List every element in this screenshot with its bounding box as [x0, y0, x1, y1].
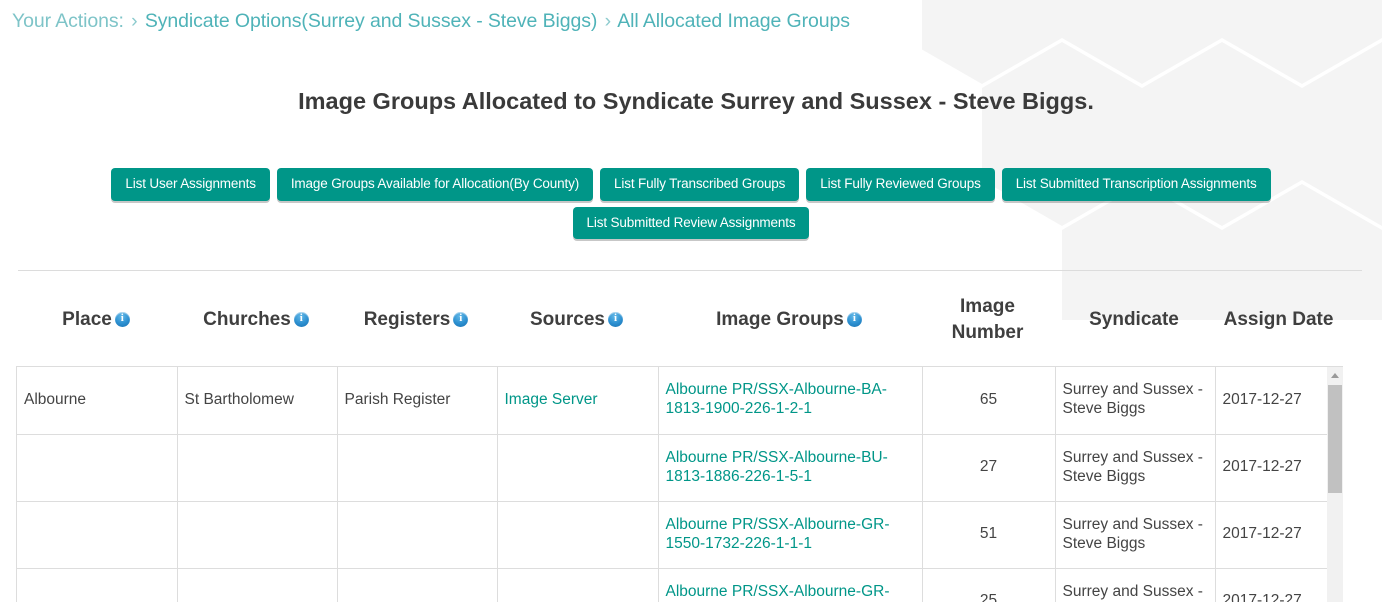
cell-source[interactable]: Image Server — [497, 367, 659, 435]
hexagon-watermark — [922, 0, 1382, 320]
vertical-scrollbar[interactable] — [1327, 366, 1343, 602]
image-groups-available-for-allocation-button[interactable]: Image Groups Available for Allocation(By… — [276, 168, 594, 201]
list-submitted-review-assignments-button[interactable]: List Submitted Review Assignments — [572, 206, 810, 239]
cell-image-group[interactable]: Albourne PR/SSX-Albourne-GR-1550-1732-22… — [658, 501, 923, 569]
table-header-row: Place Churches Registers Sources Image G… — [16, 286, 1343, 353]
cell-source — [497, 568, 659, 602]
cell-syndicate: Surrey and Sussex - Steve Biggs — [1055, 434, 1216, 502]
cell-image-number: 51 — [922, 501, 1056, 569]
breadcrumb-separator-1: › — [131, 10, 138, 32]
column-header-churches: Churches — [176, 286, 336, 353]
cell-assign-date: 2017-12-27 — [1215, 367, 1327, 435]
info-icon-image-groups[interactable] — [846, 311, 862, 328]
cell-church — [177, 434, 338, 502]
info-icon-registers[interactable] — [453, 311, 469, 328]
cell-church — [177, 501, 338, 569]
info-icon-place[interactable] — [114, 311, 130, 328]
column-header-assign-date-label: Assign Date — [1223, 308, 1334, 330]
column-header-syndicate-label: Syndicate — [1089, 308, 1179, 330]
action-button-bar: List User Assignments Image Groups Avail… — [0, 168, 1382, 245]
column-header-sources: Sources — [496, 286, 657, 353]
action-button-row-1: List User Assignments Image Groups Avail… — [40, 168, 1342, 201]
scroll-up-arrow-icon[interactable] — [1327, 367, 1343, 384]
cell-place — [17, 568, 178, 602]
image-group-link[interactable]: Albourne PR/SSX-Albourne-GR-1550-1732-22… — [666, 516, 890, 552]
table-row: Albourne PR/SSX-Albourne-BU-1813-1886-22… — [17, 434, 1327, 502]
cell-register — [337, 568, 498, 602]
column-header-image-number-label: Image Number — [951, 296, 1024, 343]
image-server-link[interactable]: Image Server — [505, 391, 598, 408]
column-header-image-number: Image Number — [921, 286, 1054, 353]
header-divider — [18, 270, 1362, 271]
cell-image-group[interactable]: Albourne PR/SSX-Albourne-BU-1813-1886-22… — [658, 434, 923, 502]
column-header-assign-date: Assign Date — [1214, 286, 1343, 353]
cell-assign-date: 2017-12-27 — [1215, 434, 1327, 502]
cell-syndicate: Surrey and Sussex - Steve Biggs — [1055, 501, 1216, 569]
scrollbar-thumb[interactable] — [1328, 385, 1342, 493]
action-button-row-2: List Submitted Review Assignments — [40, 206, 1342, 239]
breadcrumb-separator-2: › — [604, 10, 612, 32]
breadcrumb-link-syndicate-options[interactable]: Syndicate Options(Surrey and Sussex - St… — [145, 10, 597, 32]
allocated-image-groups-table: Albourne St Bartholomew Parish Register Ima… — [17, 367, 1327, 602]
column-header-place-label: Place — [62, 308, 112, 330]
column-header-image-groups: Image Groups — [657, 286, 921, 353]
image-group-link[interactable]: Albourne PR/SSX-Albourne-BU-1813-1886-22… — [666, 449, 888, 485]
table-body: Albourne St Bartholomew Parish Register Ima… — [17, 367, 1327, 602]
column-header-registers: Registers — [336, 286, 496, 353]
cell-place — [17, 501, 178, 569]
column-header-place: Place — [16, 286, 176, 353]
cell-image-number: 65 — [922, 367, 1056, 435]
breadcrumb-link-all-allocated-image-groups[interactable]: All Allocated Image Groups — [617, 10, 850, 32]
cell-register — [337, 501, 498, 569]
cell-assign-date: 2017-12-27 — [1215, 568, 1327, 602]
table-scroll-container: Albourne St Bartholomew Parish Register Ima… — [16, 366, 1343, 602]
cell-image-group[interactable]: Albourne PR/SSX-Albourne-BA-1813-1900-22… — [658, 367, 923, 435]
cell-image-number: 27 — [922, 434, 1056, 502]
cell-assign-date: 2017-12-27 — [1215, 501, 1327, 569]
cell-church — [177, 568, 338, 602]
list-fully-transcribed-groups-button[interactable]: List Fully Transcribed Groups — [600, 168, 800, 201]
page-root: Your Actions: › Syndicate Options(Surrey… — [0, 0, 1382, 602]
column-header-syndicate: Syndicate — [1054, 286, 1214, 353]
column-header-image-groups-label: Image Groups — [716, 308, 844, 330]
table-row: Albourne St Bartholomew Parish Register Ima… — [17, 367, 1327, 435]
list-fully-reviewed-groups-button[interactable]: List Fully Reviewed Groups — [806, 168, 995, 201]
cell-register: Parish Register — [337, 367, 498, 435]
cell-image-group[interactable]: Albourne PR/SSX-Albourne-GR-1733-1812-22… — [658, 568, 923, 602]
breadcrumb: Your Actions: › Syndicate Options(Surrey… — [12, 10, 850, 33]
list-user-assignments-button[interactable]: List User Assignments — [111, 168, 270, 201]
column-header-churches-label: Churches — [203, 308, 291, 330]
cell-source — [497, 434, 659, 502]
cell-place: Albourne — [17, 367, 178, 435]
column-header-registers-label: Registers — [363, 308, 451, 330]
info-icon-churches[interactable] — [293, 311, 309, 328]
table-viewport: Albourne St Bartholomew Parish Register Ima… — [16, 366, 1327, 602]
cell-syndicate: Surrey and Sussex - Steve Biggs — [1055, 367, 1216, 435]
cell-syndicate: Surrey and Sussex - Steve Biggs — [1055, 568, 1216, 602]
cell-image-number: 25 — [922, 568, 1056, 602]
page-title: Image Groups Allocated to Syndicate Surr… — [298, 87, 1094, 114]
cell-register — [337, 434, 498, 502]
image-group-link[interactable]: Albourne PR/SSX-Albourne-GR-1733-1812-22… — [666, 583, 890, 602]
cell-church: St Bartholomew — [177, 367, 338, 435]
column-header-sources-label: Sources — [530, 308, 605, 330]
cell-place — [17, 434, 178, 502]
table-row: Albourne PR/SSX-Albourne-GR-1733-1812-22… — [17, 568, 1327, 602]
info-icon-sources[interactable] — [607, 311, 623, 328]
cell-source — [497, 501, 659, 569]
image-group-link[interactable]: Albourne PR/SSX-Albourne-BA-1813-1900-22… — [666, 381, 887, 417]
breadcrumb-label: Your Actions: — [12, 10, 124, 32]
table-row: Albourne PR/SSX-Albourne-GR-1550-1732-22… — [17, 501, 1327, 569]
list-submitted-transcription-assignments-button[interactable]: List Submitted Transcription Assignments — [1001, 168, 1271, 201]
